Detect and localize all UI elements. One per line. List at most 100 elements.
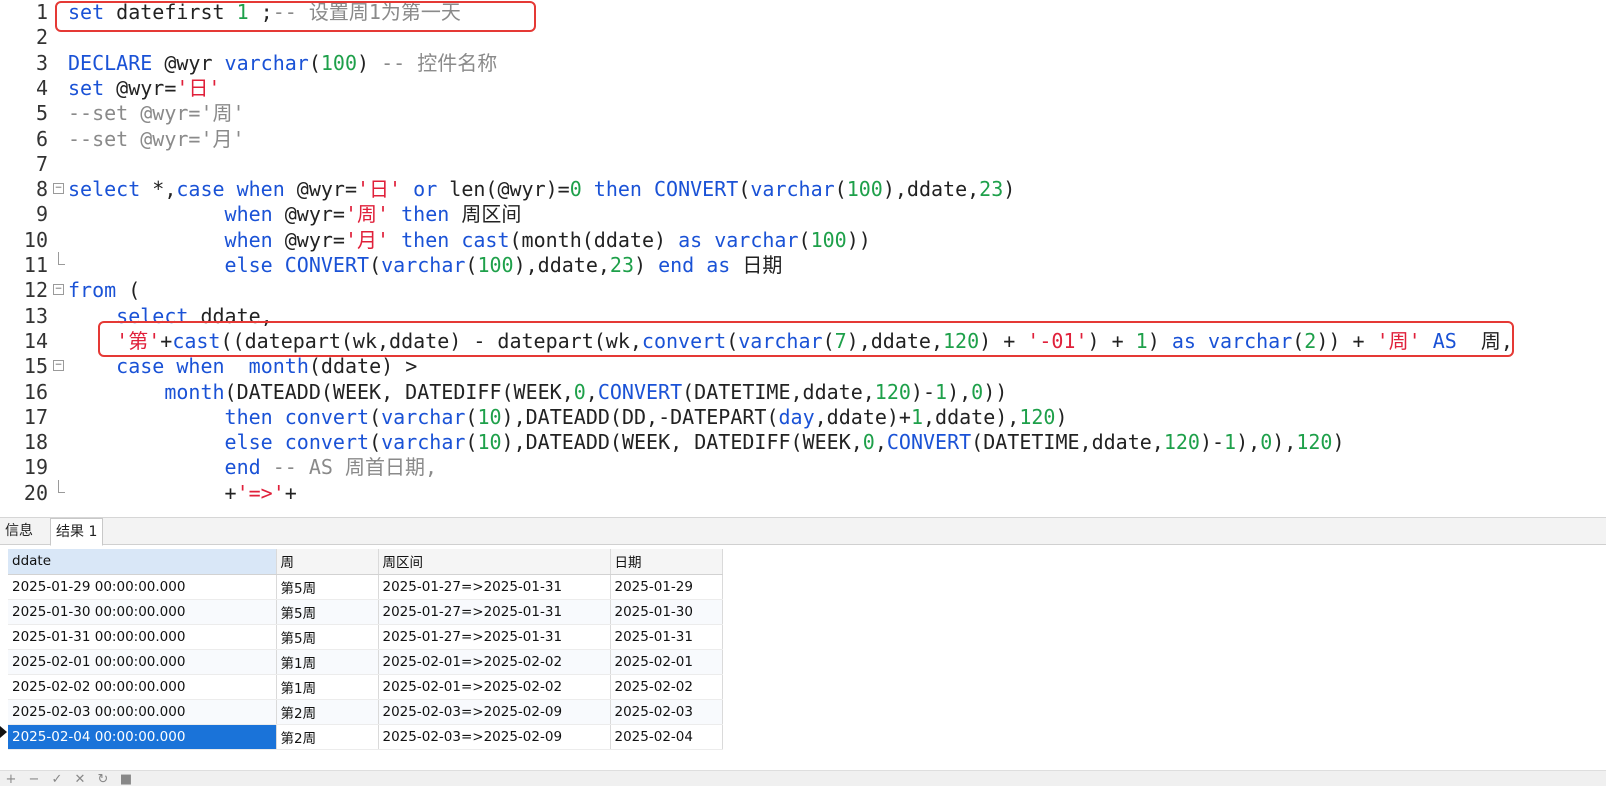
cell-ddate[interactable]: 2025-01-29 00:00:00.000 xyxy=(8,574,277,600)
code-line[interactable]: 5 --set @wyr='周' xyxy=(0,100,1606,126)
code-token: --set @wyr='月' xyxy=(68,127,245,151)
tab-result-1[interactable]: 结果 1 xyxy=(50,518,104,546)
add-record-icon[interactable]: + xyxy=(2,771,20,786)
cell-week[interactable]: 第5周 xyxy=(276,599,379,625)
delete-record-icon[interactable]: − xyxy=(25,771,43,786)
code-token: ) xyxy=(634,253,659,277)
line-number: 13 xyxy=(23,304,48,328)
cell-date[interactable]: 2025-02-04 xyxy=(610,724,723,750)
cell-week-range[interactable]: 2025-02-03=>2025-02-09 xyxy=(378,724,611,750)
code-token: @wyr xyxy=(152,51,225,75)
cell-week-range[interactable]: 2025-02-01=>2025-02-02 xyxy=(378,649,611,675)
line-number: 17 xyxy=(23,405,48,429)
fold-end-marker xyxy=(58,252,65,265)
code-token: set xyxy=(68,76,105,100)
cell-ddate[interactable]: 2025-01-30 00:00:00.000 xyxy=(8,599,277,625)
table-row[interactable]: 2025-01-30 00:00:00.000 第5周 2025-01-27=>20… xyxy=(8,599,723,625)
code-text: end -- AS 周首日期, xyxy=(68,454,437,480)
cell-ddate[interactable]: 2025-01-31 00:00:00.000 xyxy=(8,624,277,650)
table-row[interactable]: 2025-02-01 00:00:00.000 第1周 2025-02-01=>20… xyxy=(8,649,723,675)
table-row[interactable]: 2025-01-29 00:00:00.000 第5周 2025-01-27=>20… xyxy=(8,574,723,600)
code-line[interactable]: 11 else CONVERT(varchar(100),ddate,23) e… xyxy=(0,252,1606,278)
code-token: -- 控件名称 xyxy=(381,51,498,75)
cell-week[interactable]: 第2周 xyxy=(276,699,379,725)
cell-ddate[interactable]: 2025-02-02 00:00:00.000 xyxy=(8,674,277,700)
cell-date[interactable]: 2025-02-02 xyxy=(610,674,723,700)
cell-week-range[interactable]: 2025-02-03=>2025-02-09 xyxy=(378,699,611,725)
line-number: 14 xyxy=(23,329,48,353)
code-token: ),DATEADD(WEEK, DATEDIFF(WEEK, xyxy=(501,430,863,454)
cell-week-range[interactable]: 2025-01-27=>2025-01-31 xyxy=(378,599,611,625)
table-row[interactable]: 2025-02-04 00:00:00.000 第2周 2025-02-03=>20… xyxy=(8,724,723,750)
code-token: ( xyxy=(465,253,478,277)
column-header-week[interactable]: 周 xyxy=(276,549,379,575)
cell-week-range[interactable]: 2025-02-01=>2025-02-02 xyxy=(378,674,611,700)
cell-week[interactable]: 第5周 xyxy=(276,624,379,650)
code-line[interactable]: 18 else convert(varchar(10),DATEADD(WEEK… xyxy=(0,429,1606,455)
code-token: ( xyxy=(834,177,847,201)
code-line[interactable]: 10 when @wyr='月' then cast(month(ddate) … xyxy=(0,227,1606,253)
cell-week-range[interactable]: 2025-01-27=>2025-01-31 xyxy=(378,624,611,650)
line-number: 15 xyxy=(23,354,48,378)
cell-ddate[interactable]: 2025-02-03 00:00:00.000 xyxy=(8,699,277,725)
code-line[interactable]: 8− select *,case when @wyr='日' or len(@wy… xyxy=(0,176,1606,202)
cell-date[interactable]: 2025-01-29 xyxy=(610,574,723,600)
code-token: then xyxy=(401,228,450,252)
code-line[interactable]: 12− from ( xyxy=(0,277,1606,303)
column-header-week-range[interactable]: 周区间 xyxy=(378,549,611,575)
fold-toggle-icon[interactable]: − xyxy=(53,183,64,194)
table-row[interactable]: 2025-02-03 00:00:00.000 第2周 2025-02-03=>20… xyxy=(8,699,723,725)
cell-ddate[interactable]: 2025-02-01 00:00:00.000 xyxy=(8,649,277,675)
table-row[interactable]: 2025-02-02 00:00:00.000 第1周 2025-02-01=>20… xyxy=(8,674,723,700)
code-line[interactable]: 19 end -- AS 周首日期, xyxy=(0,454,1606,480)
fold-toggle-icon[interactable]: − xyxy=(53,284,64,295)
code-token: from xyxy=(68,278,117,302)
cell-date[interactable]: 2025-01-30 xyxy=(610,599,723,625)
fold-toggle-icon[interactable]: − xyxy=(53,360,64,371)
code-token: varchar xyxy=(224,51,309,75)
code-text: select *,case when @wyr='日' or len(@wyr)… xyxy=(68,176,1015,202)
cell-date[interactable]: 2025-02-01 xyxy=(610,649,723,675)
sql-editor[interactable]: 1 set datefirst 1 ;-- 设置周1为第一天 2 3 DECLARE @… xyxy=(0,0,1606,524)
code-line[interactable]: 16 month(DATEADD(WEEK, DATEDIFF(WEEK,0,C… xyxy=(0,379,1606,405)
code-line[interactable]: 6 --set @wyr='月' xyxy=(0,126,1606,152)
code-line[interactable]: 17 then convert(varchar(10),DATEADD(DD,-… xyxy=(0,404,1606,430)
code-token: 10 xyxy=(477,405,502,429)
column-header-date[interactable]: 日期 xyxy=(610,549,723,575)
code-line[interactable]: 4 set @wyr='日' xyxy=(0,75,1606,101)
code-line[interactable]: 9 when @wyr='周' then 周区间 xyxy=(0,201,1606,227)
cell-date[interactable]: 2025-01-31 xyxy=(610,624,723,650)
code-token: @wyr= xyxy=(272,202,345,226)
code-token: day xyxy=(778,405,815,429)
column-header-ddate[interactable]: ddate xyxy=(8,549,277,575)
cell-week[interactable]: 第2周 xyxy=(276,724,379,750)
tab-info[interactable]: 信息 xyxy=(0,518,38,545)
cell-week[interactable]: 第1周 xyxy=(276,649,379,675)
code-line[interactable]: 7 xyxy=(0,151,1606,177)
cell-week[interactable]: 第5周 xyxy=(276,574,379,600)
code-token: )- xyxy=(910,380,936,404)
table-row[interactable]: 2025-01-31 00:00:00.000 第5周 2025-01-27=>20… xyxy=(8,624,723,650)
code-token: case xyxy=(176,177,225,201)
discard-changes-icon[interactable]: ✕ xyxy=(71,771,89,786)
cell-week[interactable]: 第1周 xyxy=(276,674,379,700)
code-line[interactable]: 3 DECLARE @wyr varchar(100) -- 控件名称 xyxy=(0,50,1606,76)
code-line[interactable]: 20 +'=>'+ xyxy=(0,480,1606,506)
refresh-icon[interactable]: ↻ xyxy=(94,771,112,786)
code-token: '月' xyxy=(344,228,390,252)
cell-date[interactable]: 2025-02-03 xyxy=(610,699,723,725)
cell-week-range[interactable]: 2025-01-27=>2025-01-31 xyxy=(378,574,611,600)
code-token: or xyxy=(413,177,438,201)
cell-ddate[interactable]: 2025-02-04 00:00:00.000 xyxy=(8,724,277,750)
stop-icon[interactable]: ■ xyxy=(117,771,135,786)
line-number: 5 xyxy=(35,101,48,125)
code-token: 100 xyxy=(810,228,847,252)
apply-changes-icon[interactable]: ✓ xyxy=(48,771,66,786)
